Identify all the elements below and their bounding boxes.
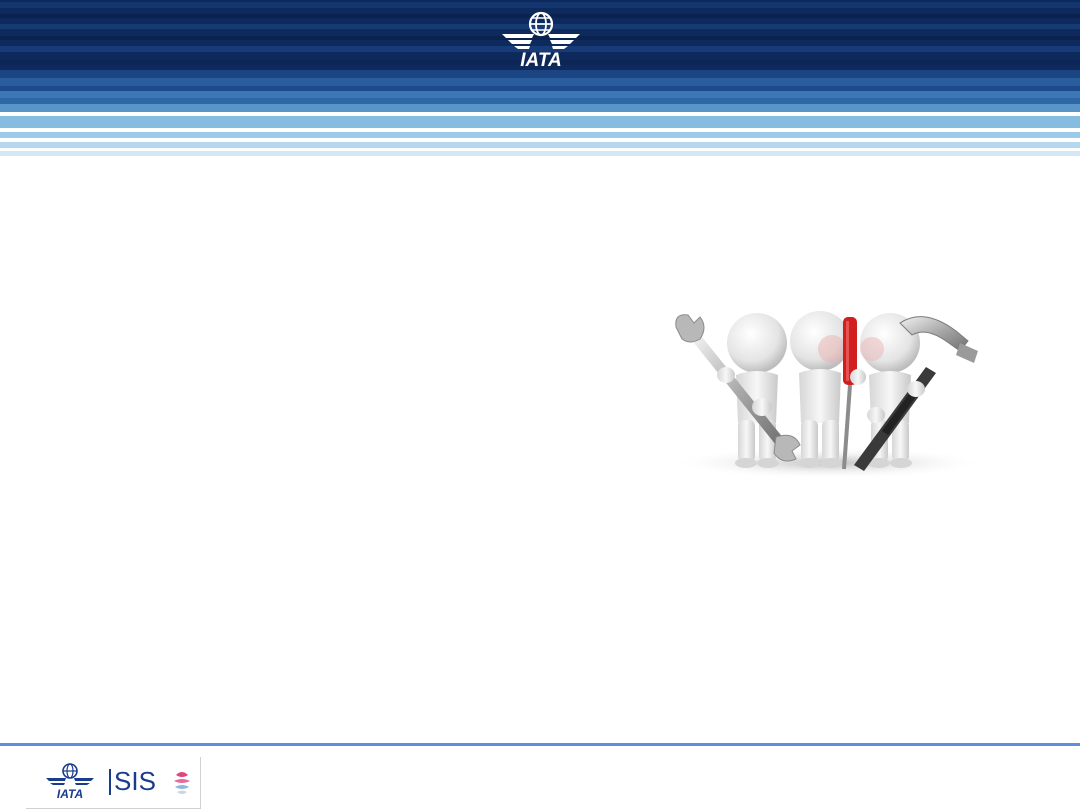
three-figures-with-tools-icon xyxy=(669,311,989,479)
iata-globe-wings-icon: IATA xyxy=(502,11,580,70)
header-banner: IATA xyxy=(0,0,1080,160)
footer-logo: IATA SIS xyxy=(26,757,201,809)
footer-product-name: SIS xyxy=(114,766,156,796)
iata-footer-logo-icon: IATA xyxy=(46,763,94,801)
footer-logo-separator xyxy=(109,769,111,795)
sis-swirl-icon xyxy=(174,772,190,794)
footer-divider xyxy=(0,743,1080,746)
footer-iata-text: IATA xyxy=(57,787,83,801)
header-logo-text: IATA xyxy=(520,50,562,70)
